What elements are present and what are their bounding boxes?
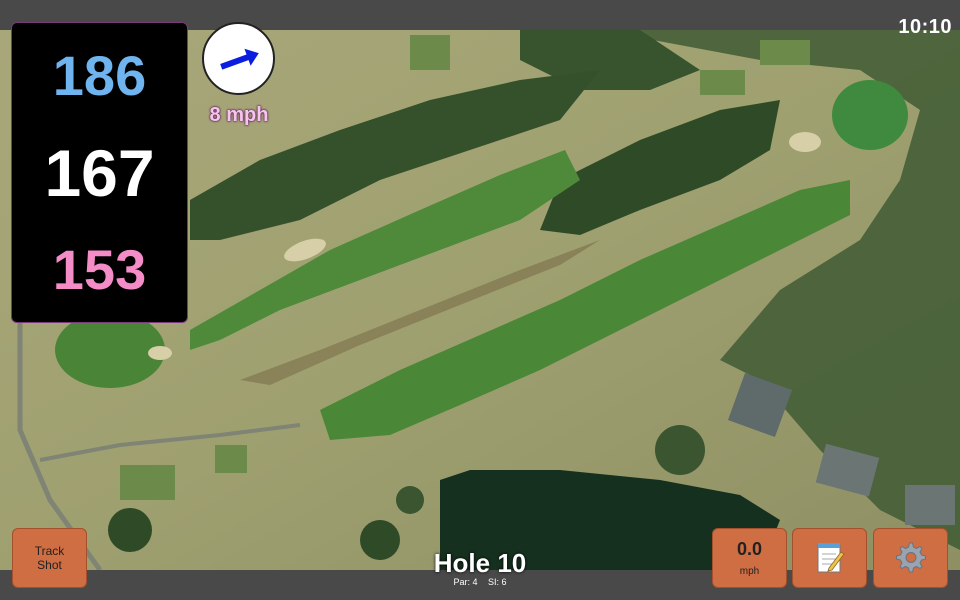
gear-icon	[895, 542, 926, 573]
track-shot-button[interactable]: Track Shot	[12, 528, 87, 588]
hole-info: Par: 4 SI: 6	[380, 577, 580, 587]
hole-stroke-index: SI: 6	[488, 577, 507, 587]
wind-indicator	[202, 22, 275, 95]
track-shot-label-line1: Track	[34, 544, 65, 558]
notes-button[interactable]	[792, 528, 867, 588]
middle-distance: 167	[44, 136, 155, 210]
speed-button[interactable]: 0.0 mph	[712, 528, 787, 588]
front-distance: 153	[52, 238, 147, 301]
hole-title: Hole 10	[433, 548, 527, 578]
track-shot-label-line2: Shot	[37, 558, 62, 572]
hole-par: Par: 4	[453, 577, 478, 587]
speed-unit: mph	[739, 566, 760, 577]
wind-speed-label: 8 mph	[209, 104, 269, 126]
settings-button[interactable]	[873, 528, 948, 588]
back-distance: 186	[52, 44, 147, 107]
speed-value: 0.0	[736, 539, 763, 559]
distance-panel: 186 167 153	[11, 22, 188, 323]
notepad-icon	[817, 543, 845, 573]
wind-arrow-icon	[220, 48, 259, 70]
clock: 10:10	[898, 16, 952, 38]
